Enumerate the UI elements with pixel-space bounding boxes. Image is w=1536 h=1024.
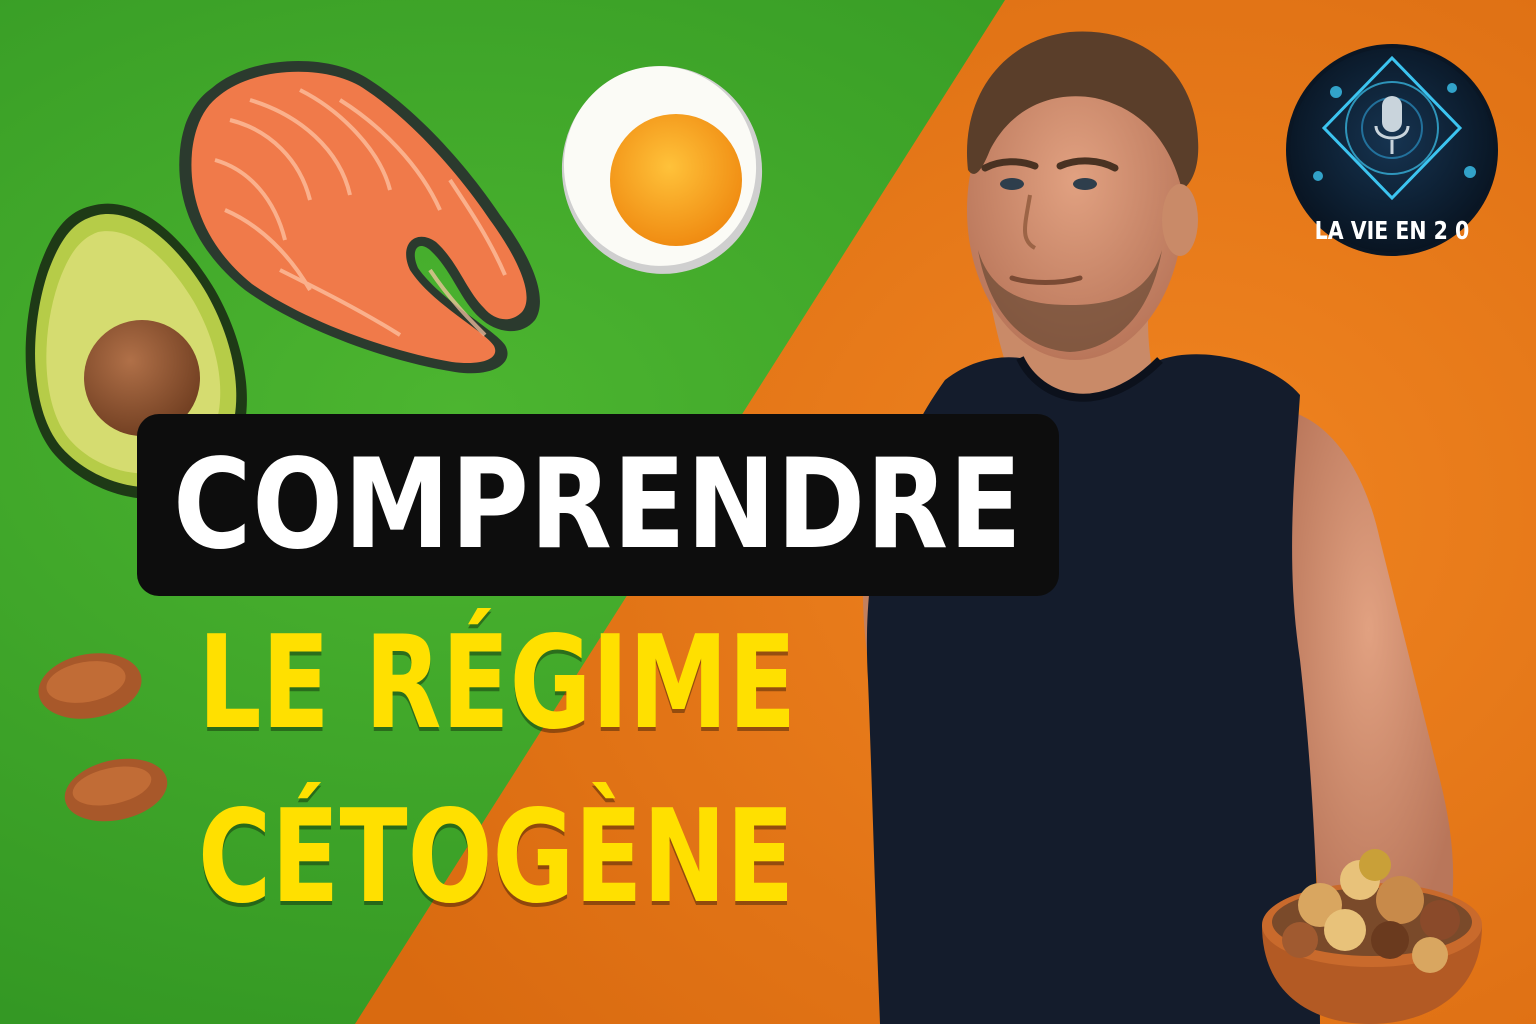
headline-banner: COMPRENDRE	[137, 414, 1059, 596]
headline-text: COMPRENDRE	[173, 433, 1023, 577]
thumbnail: COMPRENDRE LE RÉGIME CÉTOGÈNE LA VIE EN …	[0, 0, 1536, 1024]
logo-text: LA VIE EN 2 0	[1314, 216, 1470, 245]
subheadline-line-2: CÉTOGÈNE	[198, 783, 795, 932]
subheadline-line-1: LE RÉGIME	[198, 609, 797, 758]
